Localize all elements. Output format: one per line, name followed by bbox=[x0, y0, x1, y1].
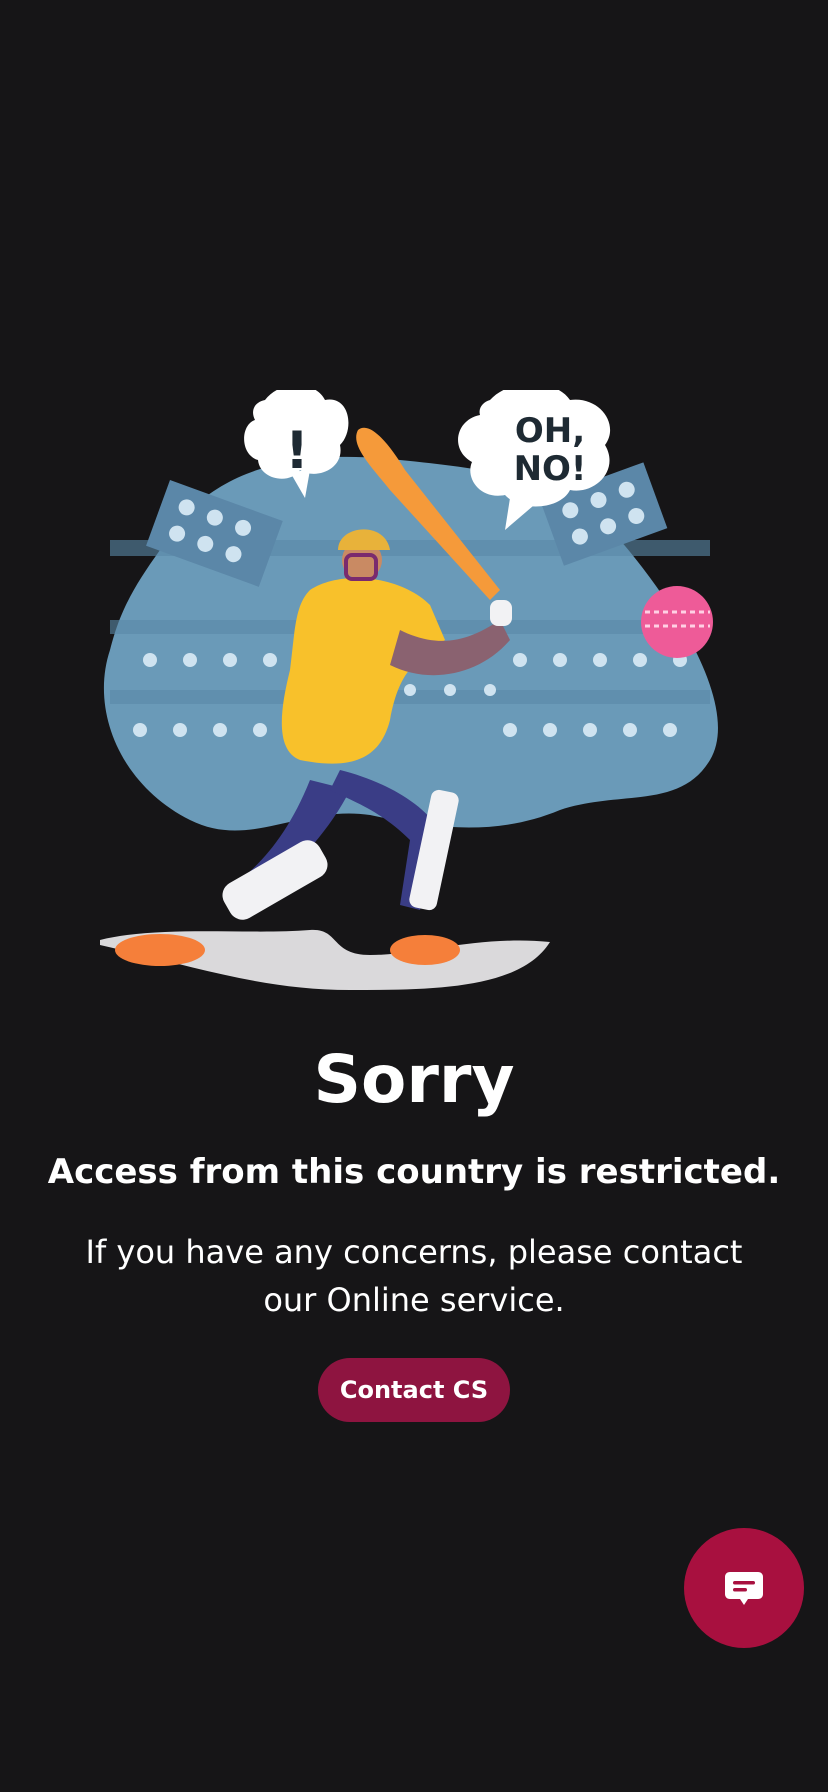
chat-bubble-icon bbox=[725, 1572, 763, 1605]
page-title: Sorry bbox=[313, 1041, 515, 1118]
svg-text:!: ! bbox=[285, 421, 309, 481]
svg-text:NO!: NO! bbox=[514, 449, 587, 489]
support-message: If you have any concerns, please contact… bbox=[85, 1233, 743, 1319]
restriction-heading: Access from this country is restricted. bbox=[47, 1152, 781, 1192]
restricted-access-page: ! OH, NO! Sorry Access from this country… bbox=[0, 0, 828, 1792]
svg-text:OH,: OH, bbox=[515, 411, 585, 451]
live-chat-button[interactable] bbox=[684, 1528, 804, 1648]
cricket-player-illustration: ! OH, NO! bbox=[100, 390, 718, 990]
cricket-ball bbox=[641, 586, 713, 658]
contact-cs-button[interactable]: Contact CS bbox=[318, 1358, 510, 1422]
